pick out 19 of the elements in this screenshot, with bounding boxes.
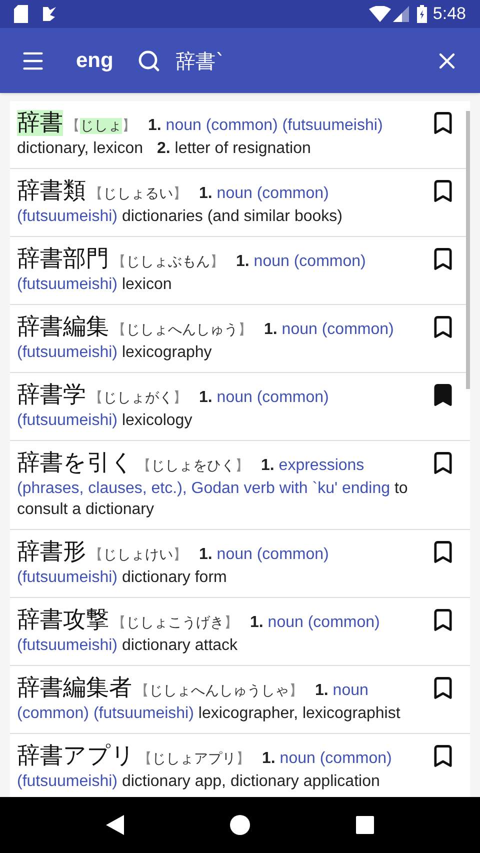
dictionary-entry-text[interactable]: 辞書を引く【じしょをひく】 1. expressions (phrases, clauses, etc.), Godan verb with `ku' ending to consult a dictionary <box>17 448 422 520</box>
search-icon <box>137 48 162 72</box>
back-icon[interactable] <box>106 815 124 835</box>
sd-card-icon <box>14 5 28 23</box>
dictionary-entry-text[interactable]: 辞書編集者【じしょへんしゅうしゃ】 1. noun (common) (futsuumeishi) lexicographer, lexicographist <box>17 673 422 724</box>
battery-icon <box>416 5 427 23</box>
clock: 5:48 <box>432 3 466 26</box>
dictionary-entry-text[interactable]: 辞書類【じしょるい】 1. noun (common) (futsuumeishi) dictionaries (and similar books) <box>17 176 422 227</box>
dictionary-entry-text[interactable]: 辞書編集【じしょへんしゅう】 1. noun (common) (futsuumeishi) lexicography <box>17 312 422 363</box>
dictionary-entry-text[interactable]: 辞書部門【じしょぶもん】 1. noun (common) (futsuumeishi) lexicon <box>17 244 422 295</box>
home-icon[interactable] <box>230 815 250 835</box>
dictionary-entry-text[interactable]: 辞書形【じしょけい】 1. noun (common) (futsuumeishi) dictionary form <box>17 537 422 588</box>
language-selector[interactable]: eng <box>76 44 114 76</box>
search-field[interactable]: 辞書` <box>175 46 434 76</box>
dictionary-entry-text[interactable]: 辞書【じしょ】 1. noun (common) (futsuumeishi) dictionary, lexicon 2. letter of resignation <box>17 108 422 159</box>
signal-icon <box>392 6 409 22</box>
dictionary-entry-text[interactable]: 辞書学【じしょがく】 1. noun (common) (futsuumeishi) lexicology <box>17 380 422 431</box>
dictionary-entry-text[interactable]: 辞書攻撃【じしょこうげき】 1. noun (common) (futsuumeishi) dictionary attack <box>17 605 422 656</box>
dictionary-entry-text[interactable]: 辞書アプリ【じしょアプリ】 1. noun (common) (futsuumeishi) dictionary app, dictionary application <box>17 741 422 792</box>
